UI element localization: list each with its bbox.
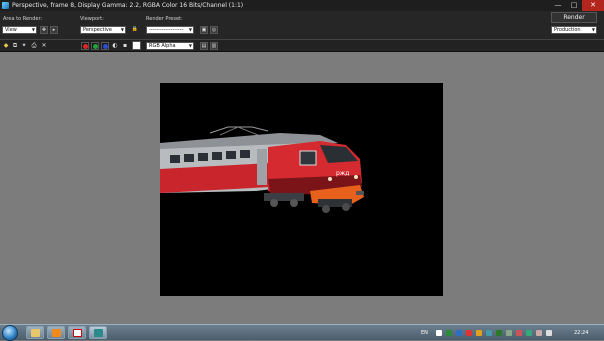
environment-icon[interactable]: ◎ [210,26,218,34]
title-bar: Perspective, frame 8, Display Gamma: 2.2… [0,0,604,11]
green-channel-toggle[interactable] [91,42,99,50]
lock-icon[interactable]: 🔒 [131,26,139,34]
close-button[interactable]: ✕ [582,0,604,11]
app-icon [2,2,9,9]
area-to-render-value: View [5,27,17,33]
train-render-image: ржд [160,126,364,213]
print-image-icon[interactable]: ⎙ [30,42,38,50]
red-channel-toggle[interactable] [81,42,89,50]
antivirus-icon[interactable] [466,330,472,336]
viewport-dropdown[interactable]: Perspective ▼ [80,26,126,34]
mono-toggle-icon[interactable]: ▪ [121,42,129,50]
copy-image-icon[interactable]: ⧉ [11,42,19,50]
yandex-icon[interactable] [68,326,86,339]
clock[interactable]: 22:24 [574,325,588,341]
sync-icon[interactable] [486,330,492,336]
auto-region-icon[interactable]: ▸ [50,26,58,34]
render-button[interactable]: Render [551,12,597,23]
display-channel-value: RGB Alpha [149,43,176,49]
area-to-render-label: Area to Render: [3,16,43,22]
windows-start-icon[interactable] [2,325,18,341]
window-title: Perspective, frame 8, Display Gamma: 2.2… [12,2,244,9]
chevron-down-icon: ▼ [591,27,595,32]
clone-frame-icon[interactable]: ✦ [20,42,28,50]
render-mode-dropdown[interactable]: Production ▼ [551,26,597,34]
blue-channel-toggle[interactable] [101,42,109,50]
alpha-toggle-icon[interactable]: ◐ [111,42,119,50]
media-player-icon[interactable] [47,326,65,339]
update-icon[interactable] [476,330,482,336]
chevron-down-icon: ▼ [188,27,192,32]
render-settings-panel: Area to Render: View ▼ ✥ ▸ Viewport: Per… [0,11,604,39]
render-preset-dropdown[interactable]: ------------------- ▼ [146,26,194,34]
render-setup-icon[interactable]: ▣ [200,26,208,34]
bluetooth-icon[interactable] [456,330,462,336]
edit-region-icon[interactable]: ✥ [40,26,48,34]
minimize-button[interactable]: — [550,0,566,11]
chevron-down-icon: ▼ [120,27,124,32]
volume-icon[interactable] [546,330,552,336]
render-preset-label: Render Preset: [146,16,183,22]
chevron-down-icon: ▼ [188,43,192,48]
language-indicator[interactable]: EN [421,325,428,341]
tray-arrow-icon[interactable] [436,330,442,336]
wifi-icon[interactable] [506,330,512,336]
save-image-icon[interactable]: ◆ [2,42,10,50]
windows-taskbar: EN 22:24 [0,324,604,341]
flag-icon[interactable] [536,330,542,336]
clear-image-icon[interactable]: ✕ [40,42,48,50]
3dsmax-icon[interactable] [89,326,107,339]
battery-icon[interactable] [496,330,502,336]
color-swatch[interactable] [132,41,141,50]
chat-icon[interactable] [516,330,522,336]
toggle-ui-icon[interactable]: ▥ [210,42,218,50]
maximize-button[interactable]: □ [566,0,582,11]
render-frame-window: Perspective, frame 8, Display Gamma: 2.2… [0,0,604,341]
svg-text:ржд: ржд [336,170,349,177]
display-channel-dropdown[interactable]: RGB Alpha ▼ [146,42,194,50]
viewport-value: Perspective [83,27,112,33]
frame-viewport: ржд [0,52,604,324]
area-to-render-dropdown[interactable]: View ▼ [2,26,37,34]
rendered-image: ржд [160,83,443,296]
render-preset-value: ------------------- [149,27,184,33]
explorer-icon[interactable] [26,326,44,339]
chevron-down-icon: ▼ [31,27,35,32]
network-icon[interactable] [446,330,452,336]
frame-toolbar: ◆ ⧉ ✦ ⎙ ✕ ◐ ▪ RGB Alpha ▼ ▤ ▥ [0,39,604,52]
viewport-label: Viewport: [80,16,104,22]
app-tray-icon[interactable] [526,330,532,336]
toggle-ui-overlay-icon[interactable]: ▤ [200,42,208,50]
render-mode-value: Production [554,27,581,33]
